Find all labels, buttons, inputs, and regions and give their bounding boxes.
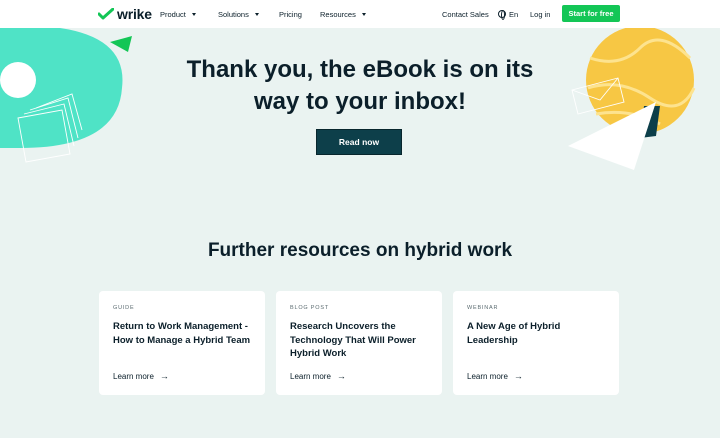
- language-selector[interactable]: En: [498, 0, 518, 28]
- arrow-right-icon: →: [513, 371, 523, 381]
- learn-more-link[interactable]: Learn more →: [467, 371, 523, 381]
- learn-more-link[interactable]: Learn more →: [113, 371, 169, 381]
- contact-sales-link[interactable]: Contact Sales: [442, 0, 489, 28]
- learn-more-link[interactable]: Learn more →: [290, 371, 346, 381]
- hero-heading-line1: Thank you, the eBook is on its: [186, 56, 534, 83]
- learn-more-label: Learn more: [113, 371, 154, 381]
- read-now-button[interactable]: Read now: [316, 129, 402, 155]
- top-navigation-bar: wrike Product Solutions Pricing Resource…: [0, 0, 720, 28]
- card-tag: WEBINAR: [467, 305, 499, 311]
- decorative-yellow-globe: [568, 28, 696, 170]
- card-title: A New Age of Hybrid Leadership: [467, 321, 561, 346]
- globe-icon: [498, 10, 506, 20]
- nav-solutions-label: Solutions: [218, 9, 249, 19]
- chevron-down-icon: [191, 12, 196, 16]
- language-label: En: [509, 9, 519, 19]
- card-tag: GUIDE: [113, 305, 135, 311]
- card-title: Return to Work Management - How to Manag…: [113, 321, 251, 346]
- nav-resources[interactable]: Resources: [320, 0, 366, 28]
- nav-resources-label: Resources: [320, 9, 356, 19]
- resource-card-blog-post[interactable]: BLOG POST Research Uncovers the Technolo…: [276, 291, 442, 395]
- resource-card-guide[interactable]: GUIDE Return to Work Management - How to…: [99, 291, 265, 395]
- resources-heading: Further resources on hybrid work: [207, 240, 513, 261]
- hero-heading-line2: way to your inbox!: [253, 88, 466, 115]
- logo-text: wrike: [117, 6, 152, 22]
- login-link[interactable]: Log in: [530, 0, 550, 28]
- nav-pricing-label: Pricing: [279, 9, 302, 19]
- hero-heading: Thank you, the eBook is on its way to yo…: [160, 54, 560, 118]
- wrike-logo[interactable]: wrike: [98, 6, 152, 22]
- chevron-down-icon: [361, 12, 366, 16]
- nav-product-label: Product: [160, 9, 186, 19]
- learn-more-label: Learn more: [467, 371, 508, 381]
- nav-pricing[interactable]: Pricing: [279, 0, 302, 28]
- card-tag: BLOG POST: [290, 305, 329, 311]
- nav-product[interactable]: Product: [160, 0, 196, 28]
- nav-solutions[interactable]: Solutions: [218, 0, 259, 28]
- start-for-free-button[interactable]: Start for free: [562, 5, 620, 22]
- wrike-checkmark-icon: [98, 8, 114, 20]
- decorative-teal-shape: [0, 28, 132, 163]
- arrow-right-icon: →: [336, 371, 346, 381]
- card-title: Research Uncovers the Technology That Wi…: [290, 321, 416, 359]
- learn-more-label: Learn more: [290, 371, 331, 381]
- chevron-down-icon: [254, 12, 259, 16]
- resource-card-webinar[interactable]: WEBINAR A New Age of Hybrid Leadership L…: [453, 291, 619, 395]
- arrow-right-icon: →: [159, 371, 169, 381]
